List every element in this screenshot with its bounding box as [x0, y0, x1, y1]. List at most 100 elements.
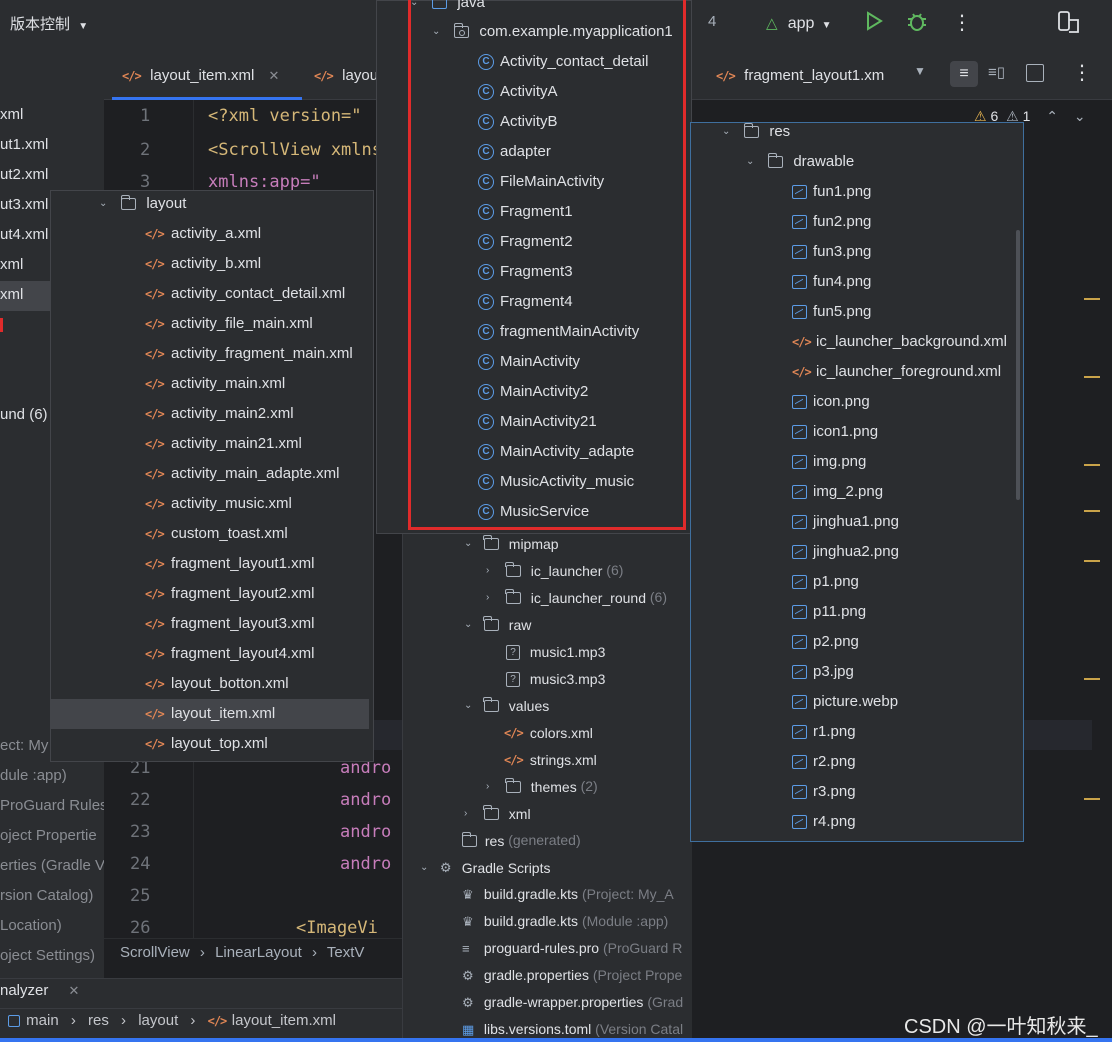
layout-file-item[interactable]: </> activity_main2.xml	[51, 399, 369, 429]
status-crumb[interactable]: main	[26, 1012, 59, 1029]
tab-layout-2[interactable]: </> layou	[314, 56, 378, 96]
java-class-item[interactable]: C Fragment3	[478, 257, 573, 287]
java-class-item[interactable]: CfragmentMainActivity	[478, 317, 639, 347]
tabs-dropdown-button[interactable]: ▼	[914, 64, 926, 78]
java-class-item[interactable]: C Fragment4	[478, 287, 573, 317]
chevron-up-icon[interactable]: ⌃	[1046, 108, 1058, 124]
tree-music1[interactable]: ? music1.mp3	[506, 636, 605, 666]
breadcrumb-item[interactable]: LinearLayout	[215, 944, 302, 961]
java-class-item[interactable]: C ActivityB	[478, 107, 558, 137]
layout-file-item[interactable]: </> activity_fragment_main.xml	[51, 339, 369, 369]
chevron-down-icon[interactable]: ⌄	[1074, 108, 1086, 124]
split-view-button[interactable]: ≡▯	[988, 63, 1005, 81]
layout-file-item[interactable]: </> activity_contact_detail.xml	[51, 279, 369, 309]
tree-layout-folder[interactable]: ⌄ layout	[99, 189, 186, 219]
left-row-0[interactable]: xml	[0, 106, 23, 123]
code-line-26[interactable]: <ImageVi	[296, 918, 378, 938]
code-view-button[interactable]: ≡	[950, 61, 978, 87]
layout-file-item[interactable]: </> layout_top.xml	[51, 729, 369, 759]
more-menu-button[interactable]: ⋮	[952, 10, 972, 36]
tab-fragment-layout1[interactable]: </> fragment_layout1.xm	[716, 56, 884, 96]
more-tabs-button[interactable]: ⋮	[1072, 60, 1092, 85]
tree-gradle-file[interactable]: ≡ proguard-rules.pro (ProGuard R	[462, 933, 682, 963]
layout-file-item[interactable]: </> layout_item.xml	[51, 699, 369, 729]
tree-gradle-scripts[interactable]: ⌄ ⚙ Gradle Scripts	[420, 852, 550, 882]
design-view-button[interactable]	[1026, 64, 1044, 82]
close-icon[interactable]: ✕	[69, 983, 80, 998]
tree-gradle-file[interactable]: ⚙ gradle-wrapper.properties (Grad	[462, 987, 683, 1017]
left-row-4[interactable]: ut4.xml	[0, 226, 48, 243]
run-button[interactable]	[864, 10, 888, 36]
layout-file-item[interactable]: </> activity_main_adapte.xml	[51, 459, 369, 489]
java-class-item[interactable]: C Fragment1	[478, 197, 573, 227]
layout-file-item[interactable]: </> custom_toast.xml	[51, 519, 369, 549]
layout-file-item[interactable]: </> activity_main21.xml	[51, 429, 369, 459]
tree-ic-launcher-round[interactable]: › ic_launcher_round (6)	[486, 582, 667, 612]
drawable-file-item[interactable]: fun1.png	[792, 177, 871, 207]
layout-file-item[interactable]: </> fragment_layout2.xml	[51, 579, 369, 609]
java-class-item[interactable]: C Fragment2	[478, 227, 573, 257]
tree-themes[interactable]: › themes (2)	[486, 771, 598, 801]
layout-file-item[interactable]: </> activity_music.xml	[51, 489, 369, 519]
debug-button[interactable]	[906, 11, 930, 35]
layout-file-item[interactable]: </> activity_b.xml	[51, 249, 369, 279]
scrollbar-thumb[interactable]	[1016, 230, 1020, 500]
drawable-file-item[interactable]: fun3.png	[792, 237, 871, 267]
drawable-file-item[interactable]: icon.png	[792, 387, 870, 417]
java-class-item[interactable]: C MusicService	[478, 497, 589, 527]
drawable-file-item[interactable]: r2.png	[792, 747, 856, 777]
tree-res[interactable]: ⌄ res	[722, 117, 790, 147]
code-line-23[interactable]: andro	[340, 822, 391, 842]
tree-gradle-file[interactable]: ⚙ gradle.properties (Project Prope	[462, 960, 682, 990]
left-row-5[interactable]: xml	[0, 256, 23, 273]
java-class-item[interactable]: C Activity_contact_detail	[478, 47, 648, 77]
layout-file-item[interactable]: </> fragment_layout1.xml	[51, 549, 369, 579]
code-line-1[interactable]: <?xml version="	[208, 106, 362, 126]
tree-gradle-file[interactable]: ♛ build.gradle.kts (Project: My_A	[462, 879, 674, 909]
left-bottom-7[interactable]: oject Settings)	[0, 947, 95, 964]
tree-ic-launcher[interactable]: › ic_launcher (6)	[486, 555, 623, 585]
drawable-file-item[interactable]: fun2.png	[792, 207, 871, 237]
drawable-file-item[interactable]: fun4.png	[792, 267, 871, 297]
layout-file-item[interactable]: </> activity_a.xml	[51, 219, 369, 249]
left-bottom-3[interactable]: oject Propertie	[0, 827, 97, 844]
java-class-item[interactable]: C MainActivity_adapte	[478, 437, 634, 467]
vcs-menu[interactable]: 版本控制 ▼	[10, 13, 88, 35]
tree-xml[interactable]: › xml	[464, 798, 531, 828]
left-bottom-6[interactable]: Location)	[0, 917, 62, 934]
tree-raw[interactable]: ⌄ raw	[464, 609, 531, 639]
java-class-item[interactable]: C MusicActivity_music	[478, 467, 634, 497]
java-class-item[interactable]: C MainActivity21	[478, 407, 597, 437]
tree-package[interactable]: ⌄ com.example.myapplication1	[432, 17, 690, 47]
left-row-6[interactable]: xml	[0, 286, 23, 303]
drawable-file-item[interactable]: jinghua2.png	[792, 537, 899, 567]
java-class-item[interactable]: C FileMainActivity	[478, 167, 604, 197]
code-line-24[interactable]: andro	[340, 854, 391, 874]
analyzer-tab[interactable]: nalyzer ✕	[0, 982, 79, 999]
tree-music3[interactable]: ? music3.mp3	[506, 663, 605, 693]
java-class-item[interactable]: C MainActivity	[478, 347, 580, 377]
left-row-1[interactable]: ut1.xml	[0, 136, 48, 153]
code-line-2[interactable]: <ScrollView xmlns	[208, 140, 382, 160]
breadcrumb-item[interactable]: ScrollView	[120, 944, 190, 961]
drawable-file-item[interactable]: </> ic_launcher_background.xml	[792, 327, 1007, 357]
left-row-9[interactable]: und (6)	[0, 406, 48, 423]
drawable-file-item[interactable]: r4.png	[792, 807, 856, 837]
drawable-file-item[interactable]: img_2.png	[792, 477, 883, 507]
left-bottom-0[interactable]: ect: My	[0, 737, 48, 754]
tree-values[interactable]: ⌄ values	[464, 690, 549, 720]
code-line-3[interactable]: xmlns:app="	[208, 172, 321, 192]
layout-file-item[interactable]: </> layout_botton.xml	[51, 669, 369, 699]
drawable-file-item[interactable]: </> ic_launcher_foreground.xml	[792, 357, 1001, 387]
breadcrumb-item[interactable]: TextV	[327, 944, 365, 961]
status-crumb[interactable]: layout	[138, 1012, 178, 1029]
code-line-22[interactable]: andro	[340, 790, 391, 810]
drawable-file-item[interactable]: r1.png	[792, 717, 856, 747]
tree-strings[interactable]: </> strings.xml	[504, 744, 597, 774]
close-icon[interactable]: ✕	[269, 68, 280, 83]
drawable-file-item[interactable]: p11.png	[792, 597, 866, 627]
run-config-selector[interactable]: △ app ▼	[766, 12, 832, 36]
tree-res-generated[interactable]: res (generated)	[461, 825, 581, 855]
tree-drawable[interactable]: ⌄ drawable	[746, 147, 854, 177]
java-class-item[interactable]: C MainActivity2	[478, 377, 588, 407]
